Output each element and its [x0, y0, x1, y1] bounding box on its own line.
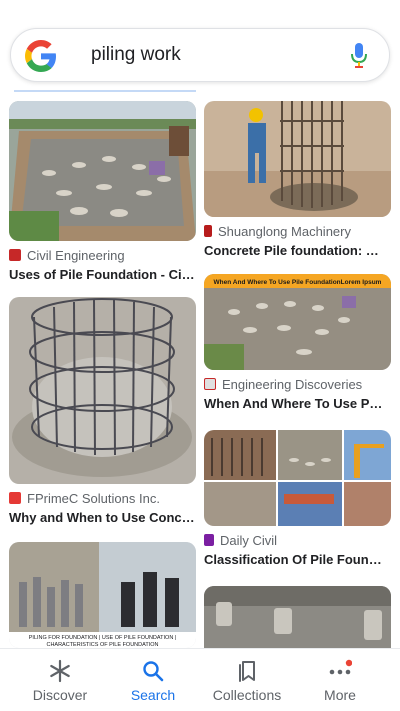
pile-types-collage-image	[204, 430, 391, 526]
pile-site-image	[9, 101, 196, 241]
search-header: piling work	[0, 0, 400, 92]
nav-search[interactable]: Search	[103, 649, 203, 711]
source-favicon-icon	[204, 534, 214, 546]
pile-heads-image	[204, 586, 391, 648]
image-results-grid: Civil Engineering Uses of Pile Foundatio…	[0, 93, 400, 648]
worker-rebar-image	[204, 101, 391, 217]
active-tab-indicator	[14, 90, 196, 92]
result-thumbnail[interactable]	[9, 297, 196, 484]
notification-dot-icon	[345, 659, 352, 667]
image-banner-text: When And Where To Use Pile FoundationLor…	[214, 279, 382, 286]
result-source: Shuanglong Machinery	[204, 224, 351, 239]
result-card[interactable]: FPrimeC Solutions Inc. Why and When to U…	[9, 297, 196, 527]
result-thumbnail[interactable]	[204, 430, 391, 526]
image-caption-line-1: PILING FOR FOUNDATION | USE OF PILE FOUN…	[29, 635, 177, 641]
source-favicon-icon	[204, 378, 216, 390]
rebar-cage-image	[9, 297, 196, 484]
source-favicon-icon	[9, 492, 21, 504]
search-bar[interactable]: piling work	[10, 28, 390, 82]
nav-discover-label: Discover	[32, 687, 88, 703]
result-source: Civil Engineering	[9, 248, 125, 263]
result-source: FPrimeC Solutions Inc.	[9, 491, 160, 506]
result-card[interactable]: PILING FOR FOUNDATION | USE OF PILE FOUN…	[9, 542, 196, 648]
result-title[interactable]: Classification Of Pile Foundat...	[204, 552, 385, 567]
result-title[interactable]: Why and When to Use Concre...	[9, 510, 196, 525]
engineering-discoveries-image: When And Where To Use Pile FoundationLor…	[204, 274, 391, 370]
nav-search-label: Search	[130, 687, 176, 703]
collections-icon	[239, 661, 255, 682]
nav-discover[interactable]: Discover	[10, 649, 110, 711]
nav-collections[interactable]: Collections	[197, 649, 297, 711]
source-favicon-icon	[9, 249, 21, 261]
result-card[interactable]: When And Where To Use Pile FoundationLor…	[204, 274, 391, 414]
result-thumbnail[interactable]: When And Where To Use Pile FoundationLor…	[204, 274, 391, 370]
result-card[interactable]: Daily Civil Classification Of Pile Found…	[204, 430, 391, 570]
result-thumbnail[interactable]	[204, 101, 391, 217]
nav-more[interactable]: More	[290, 649, 390, 711]
result-source: Engineering Discoveries	[204, 377, 362, 392]
result-card[interactable]: Shuanglong Machinery Concrete Pile found…	[204, 101, 391, 261]
search-icon	[143, 661, 164, 682]
piling-collage-image: PILING FOR FOUNDATION | USE OF PILE FOUN…	[9, 542, 196, 648]
result-thumbnail[interactable]	[9, 101, 196, 241]
result-card[interactable]: Civil Engineering Uses of Pile Foundatio…	[9, 101, 196, 291]
result-title[interactable]: Concrete Pile foundation: Diff...	[204, 243, 385, 258]
nav-more-label: More	[324, 687, 356, 703]
result-thumbnail[interactable]: PILING FOR FOUNDATION | USE OF PILE FOUN…	[9, 542, 196, 648]
result-title[interactable]: When And Where To Use Pile ...	[204, 396, 385, 411]
search-query[interactable]: piling work	[91, 44, 181, 66]
result-source: Daily Civil	[204, 533, 277, 548]
asterisk-icon	[50, 659, 70, 683]
source-favicon-icon	[204, 225, 212, 237]
result-card[interactable]	[204, 586, 391, 648]
nav-collections-label: Collections	[212, 687, 282, 703]
result-title[interactable]: Uses of Pile Foundation - Civi...	[9, 267, 196, 282]
result-thumbnail[interactable]	[204, 586, 391, 648]
google-logo-icon	[25, 40, 56, 72]
bottom-navigation: Discover Search Collections More	[0, 648, 400, 711]
more-dots-icon	[329, 659, 352, 675]
microphone-icon[interactable]	[349, 42, 369, 70]
